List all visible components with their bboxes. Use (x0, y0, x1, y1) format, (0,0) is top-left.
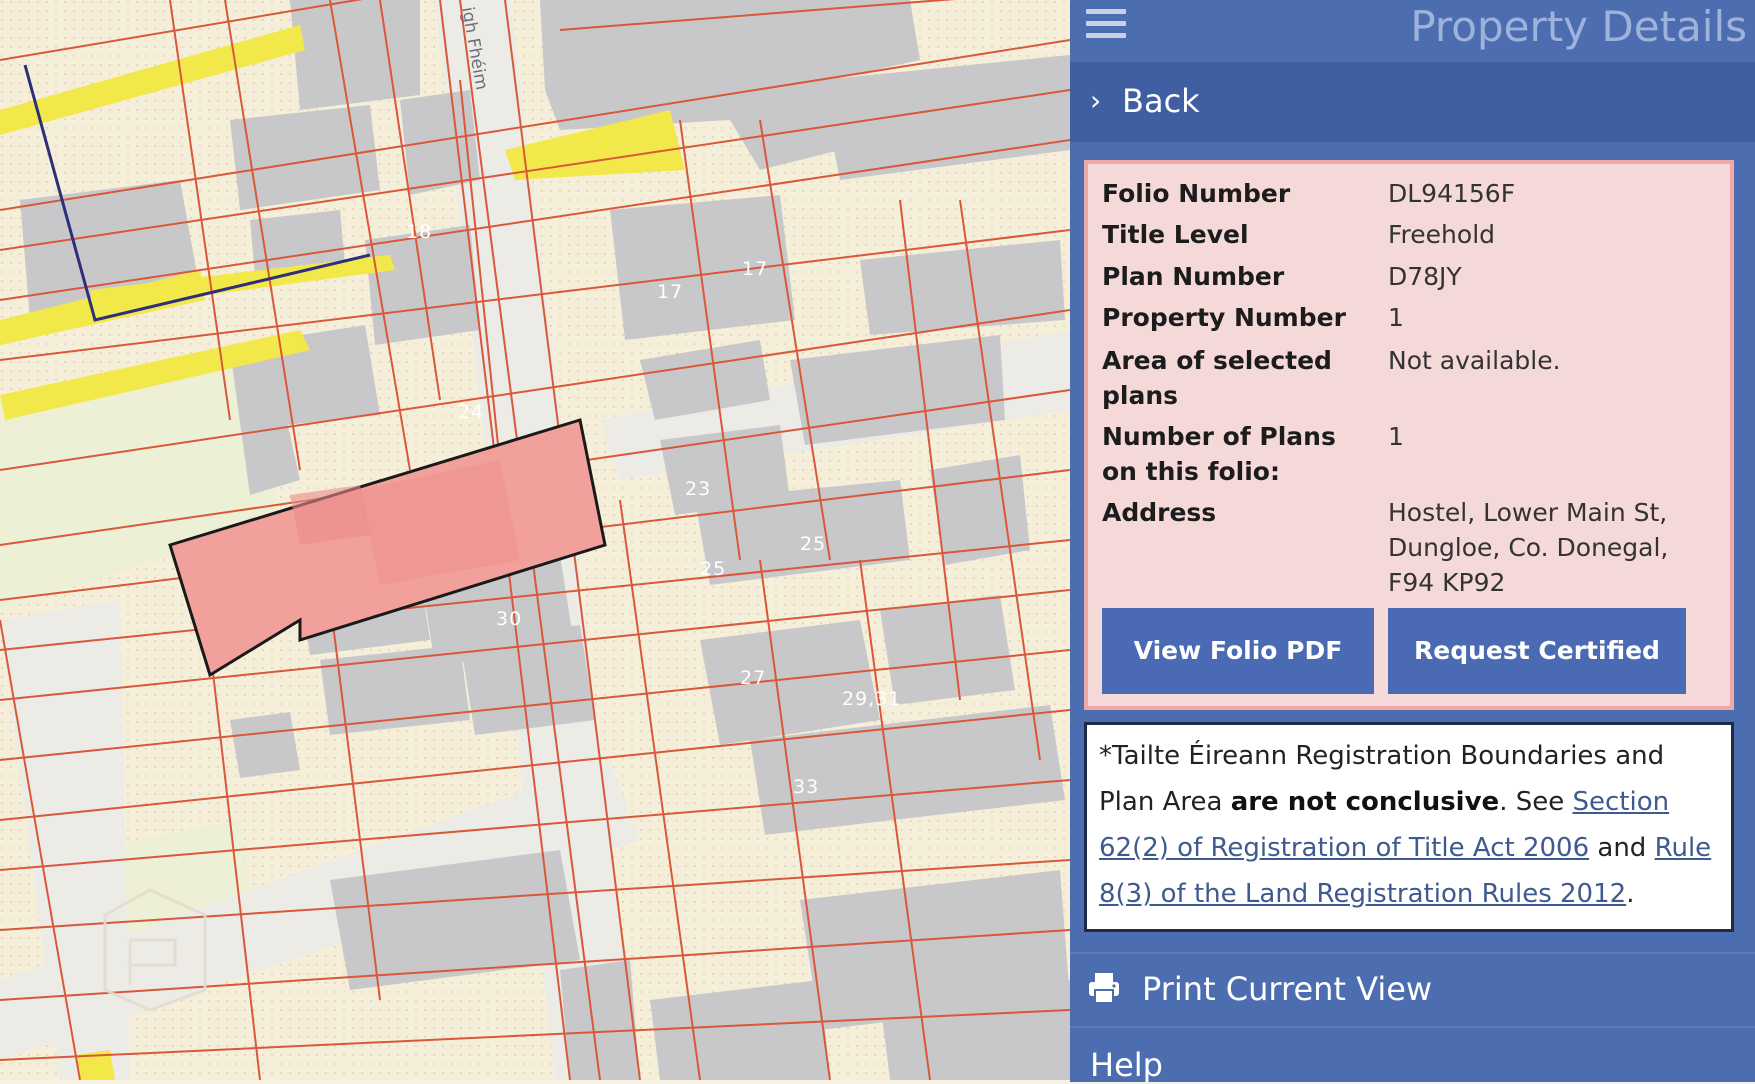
lot-number-label: 23 (685, 478, 711, 500)
panel-header: Property Details (1070, 0, 1755, 56)
field-label: Address (1102, 498, 1217, 527)
field-value: Not available. (1388, 346, 1561, 375)
printer-icon (1089, 973, 1119, 1004)
property-details-panel: Property Details › Back Folio Number DL9… (1070, 0, 1755, 1084)
map-view[interactable]: igh Fhéim 18 17 17 24 23 25 25 30 27 29,… (0, 0, 1070, 1080)
property-details-box: Folio Number DL94156F Title Level Freeho… (1084, 160, 1734, 751)
lot-number-label: 29,31 (842, 688, 901, 710)
chevron-right-icon: › (1090, 84, 1102, 117)
field-value: Freehold (1388, 220, 1496, 249)
field-label: Folio Number (1102, 179, 1291, 208)
help-button[interactable]: Help (1070, 1026, 1755, 1084)
notice-text: . (1626, 879, 1635, 909)
field-label: Property Number (1102, 303, 1346, 332)
lot-number-label: 24 (458, 401, 484, 423)
lot-number-label: 18 (406, 221, 432, 243)
request-certified-copy-button[interactable]: Request Certified Copy (1388, 608, 1686, 751)
lot-number-label: 25 (800, 533, 826, 555)
back-label: Back (1122, 82, 1200, 120)
notice-text: . See (1499, 787, 1573, 817)
print-label: Print Current View (1142, 970, 1433, 1008)
field-value: DL94156F (1388, 179, 1516, 208)
lot-number-label: 25 (700, 558, 726, 580)
lot-number-label: 30 (496, 608, 522, 630)
field-value: Hostel, Lower Main St, Dungloe, Co. Done… (1388, 498, 1669, 597)
field-value: 1 (1388, 422, 1404, 451)
notice-text: and (1589, 833, 1655, 863)
help-label: Help (1090, 1046, 1163, 1084)
field-value: 1 (1388, 303, 1404, 332)
lot-number-label: 27 (740, 667, 766, 689)
map-canvas[interactable]: igh Fhéim 18 17 17 24 23 25 25 30 27 29,… (0, 0, 1070, 1080)
lot-number-label: 33 (793, 776, 819, 798)
field-value: D78JY (1388, 262, 1462, 291)
panel-title: Property Details (1410, 2, 1747, 51)
notice-emphasis: are not conclusive (1230, 787, 1500, 817)
disclaimer-notice: *Tailte Éireann Registration Boundaries … (1084, 722, 1734, 932)
selected-parcel-building (290, 485, 370, 545)
lot-number-label: 17 (657, 281, 683, 303)
field-label: Area of selected plans (1102, 346, 1332, 410)
back-button[interactable]: › Back (1070, 62, 1755, 142)
print-current-view-button[interactable]: Print Current View (1070, 952, 1755, 1026)
field-label: Title Level (1102, 220, 1249, 249)
lot-number-label: 17 (742, 258, 768, 280)
field-label: Number of Plans on this folio: (1102, 422, 1336, 486)
field-label: Plan Number (1102, 262, 1285, 291)
menu-icon[interactable] (1086, 9, 1126, 43)
view-folio-pdf-button[interactable]: View Folio PDF (1102, 608, 1374, 694)
